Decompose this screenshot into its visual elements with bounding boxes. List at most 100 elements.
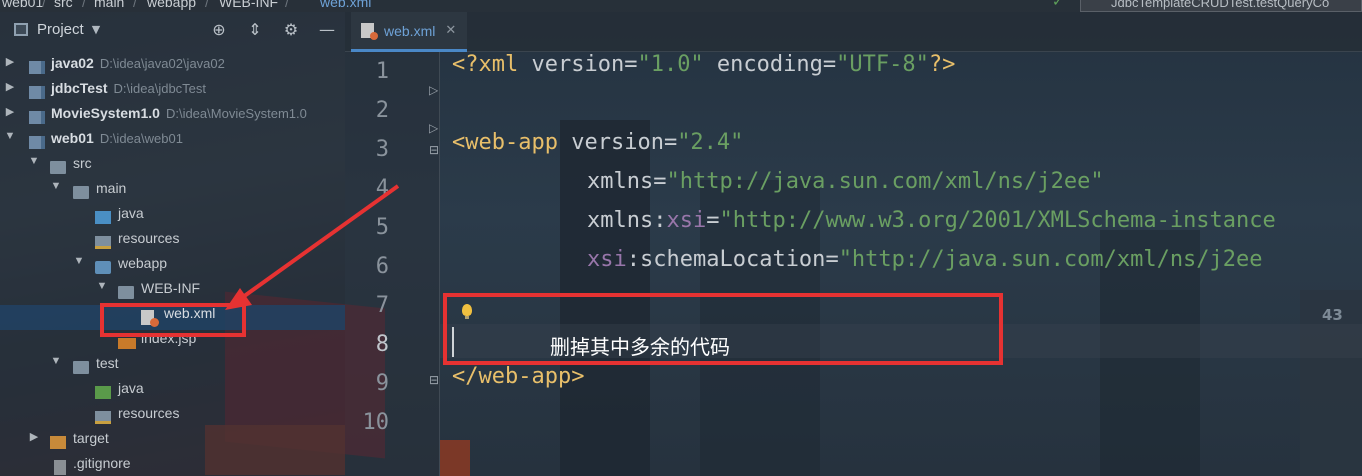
chevron-down-icon[interactable]: ▼: [4, 130, 16, 142]
close-icon[interactable]: ✕: [445, 23, 456, 38]
navigation-bar: web01 / src / main / webapp / WEB-INF / …: [0, 0, 1362, 12]
folder-icon: [73, 361, 89, 374]
attr-value: "http://java.sun.com/xml/ns/j2ee": [666, 169, 1104, 194]
tree-item-test-resources[interactable]: resources: [0, 405, 345, 430]
chevron-right-icon[interactable]: ▶: [4, 55, 16, 68]
tree-item-web-inf[interactable]: ▼ WEB-INF: [0, 280, 345, 305]
jsp-file-icon: [118, 338, 136, 349]
tree-item-label: java02: [51, 55, 94, 71]
tree-item-main[interactable]: ▼ main: [0, 180, 345, 205]
resources-folder-icon: [95, 236, 111, 249]
equals-sign: =: [663, 130, 678, 155]
code-line-6: xsi:schemaLocation="http://java.sun.com/…: [587, 247, 1263, 286]
code-editor[interactable]: <?xml version="1.0" encoding="UTF-8"?> <…: [440, 52, 1362, 476]
source-folder-icon: [95, 211, 111, 224]
module-path: D:\idea\java02\java02: [99, 56, 225, 71]
collapse-all-icon[interactable]: ⇕: [237, 20, 273, 39]
tree-item-webapp[interactable]: ▼ webapp: [0, 255, 345, 280]
equals-sign: =: [822, 52, 837, 77]
namespace-prefix: xsi: [666, 208, 707, 233]
tree-item-label: target: [73, 430, 109, 446]
tree-item-resources[interactable]: resources: [0, 230, 345, 255]
module-path: D:\idea\jdbcTest: [113, 81, 207, 96]
chevron-right-icon[interactable]: ▶: [4, 80, 16, 93]
attr-value: "1.0": [637, 52, 704, 77]
line-number: 3: [375, 137, 389, 162]
test-resources-folder-icon: [95, 411, 111, 424]
chevron-down-icon[interactable]: ▼: [50, 355, 62, 367]
equals-sign: =: [825, 247, 839, 272]
attr-name: encoding: [703, 52, 823, 77]
attr-name: :schemaLocation: [626, 247, 826, 272]
tree-item-label: java: [118, 205, 144, 221]
breadcrumb-item[interactable]: WEB-INF: [219, 0, 278, 10]
tree-item-test-java[interactable]: java: [0, 380, 345, 405]
equals-sign: =: [706, 208, 720, 233]
xml-declaration-open: <?xml: [452, 52, 532, 77]
tree-item-label: test: [96, 355, 119, 371]
chevron-down-icon[interactable]: ▼: [50, 180, 62, 192]
code-line-3: <web-app version="2.4": [452, 130, 743, 169]
code-line-5: xmlns:xsi="http://www.w3.org/2001/XMLSch…: [587, 208, 1276, 247]
code-line-9: </web-app>: [452, 364, 584, 403]
project-panel-header: Project ▼ ⊕ ⇕ ⚙ —: [0, 12, 345, 46]
attr-value: "http://www.w3.org/2001/XMLSchema-instan…: [719, 208, 1276, 233]
attr-value: "UTF-8": [836, 52, 929, 77]
tab-web-xml[interactable]: web.xml ✕: [351, 12, 467, 52]
tree-item-moviesystem[interactable]: ▶ MovieSystem1.0 D:\idea\MovieSystem1.0: [0, 105, 345, 130]
line-number: 1: [375, 59, 389, 84]
tree-item-web01[interactable]: ▼ web01 D:\idea\web01: [0, 130, 345, 155]
minimize-icon[interactable]: —: [309, 20, 345, 39]
run-configuration-selector[interactable]: JdbcTemplateCRUDTest.testQueryCo: [1080, 0, 1362, 12]
chevron-down-icon[interactable]: ▼: [96, 280, 108, 292]
xml-closing-tag: </web-app>: [452, 364, 585, 389]
chevron-right-icon[interactable]: ▶: [4, 105, 16, 118]
tree-item-jdbctest[interactable]: ▶ jdbcTest D:\idea\jdbcTest: [0, 80, 345, 105]
line-number: 7: [375, 293, 389, 318]
tree-item-label: main: [96, 180, 127, 196]
editor-gutter: 1 2 3 4 5 6 7 8 9 10 ▷ ▷ ⊟ ⊟: [345, 52, 440, 476]
gear-icon[interactable]: ⚙: [273, 20, 309, 39]
module-folder-icon: [29, 111, 45, 124]
breadcrumb-item[interactable]: src: [54, 0, 73, 10]
folder-icon: [118, 286, 134, 299]
tree-item-label: java: [118, 380, 144, 396]
attr-name: version: [571, 130, 664, 155]
attr-name: xmlns:: [587, 208, 667, 233]
tree-item-java02[interactable]: ▶ java02 D:\idea\java02\java02: [0, 55, 345, 80]
gitignore-file-icon: [54, 460, 66, 475]
tree-item-java[interactable]: java: [0, 205, 345, 230]
module-folder-icon: [29, 86, 45, 99]
tree-item-src[interactable]: ▼ src: [0, 155, 345, 180]
editor-tab-strip: web.xml ✕: [345, 12, 1362, 52]
module-path: D:\idea\web01: [99, 131, 183, 146]
line-number: 8: [375, 332, 389, 357]
attr-name: xmlns: [587, 169, 654, 194]
breadcrumb-item-current[interactable]: web.xml: [320, 0, 371, 10]
project-view-selector[interactable]: Project: [37, 21, 84, 38]
breadcrumb-item[interactable]: main: [94, 0, 124, 10]
line-number: 9: [375, 371, 389, 396]
equals-sign: =: [624, 52, 638, 77]
target-icon[interactable]: ⊕: [201, 20, 237, 39]
tree-item-test[interactable]: ▼ test: [0, 355, 345, 380]
breadcrumb-item[interactable]: web01: [2, 0, 43, 10]
chevron-down-icon[interactable]: ▼: [92, 23, 100, 36]
line-number: 5: [375, 215, 389, 240]
chevron-down-icon[interactable]: ▼: [73, 255, 85, 267]
module-folder-icon: [29, 61, 45, 74]
module-folder-icon: [29, 136, 45, 149]
tree-item-gitignore[interactable]: .gitignore: [0, 455, 345, 476]
breadcrumb-item[interactable]: webapp: [147, 0, 196, 10]
project-icon: [14, 22, 28, 36]
attr-value: "2.4": [677, 130, 744, 155]
chevron-right-icon[interactable]: ▶: [28, 430, 40, 443]
tree-item-label: WEB-INF: [141, 280, 201, 296]
annotation-file-highlight-box: [100, 303, 246, 337]
tree-item-target[interactable]: ▶ target: [0, 430, 345, 455]
xml-tag: <web-app: [452, 130, 572, 155]
code-line-1: <?xml version="1.0" encoding="UTF-8"?>: [452, 52, 955, 91]
xml-declaration-close: ?>: [928, 52, 956, 77]
chevron-down-icon[interactable]: ▼: [28, 155, 40, 167]
tree-item-label: resources: [118, 230, 180, 246]
